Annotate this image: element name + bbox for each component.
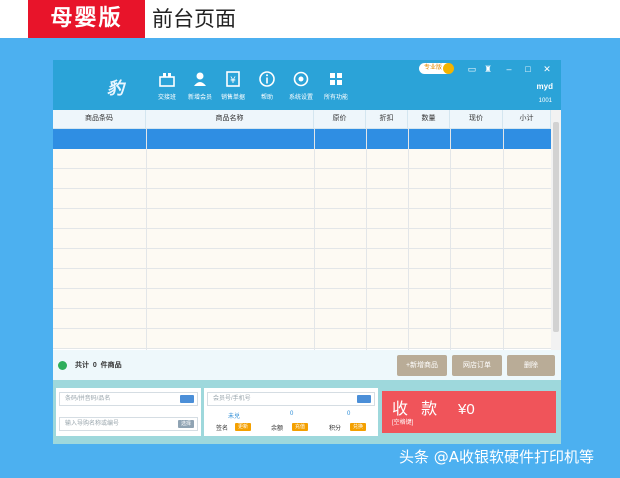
checkout-button[interactable]: 收 款 [空格键] ¥0 [382,391,556,433]
table-row[interactable] [53,249,551,269]
edition-badge: 母婴版 [28,0,145,38]
table-row[interactable] [53,229,551,249]
column-divider [503,128,504,350]
username: myd [536,82,553,91]
checkout-label: 收 款 [392,399,442,418]
watermark: 头条 @A收银软硬件打印机等 [399,448,595,466]
member-panel: 会员号/手机号 未兑 签名 更新 0 余额 充值 0 积分 兑换 [204,388,378,436]
table-row[interactable] [53,209,551,229]
table-row[interactable] [53,189,551,209]
barcode-placeholder: 条码/拼音码/品名 [65,396,111,402]
store-order-button[interactable]: 网店订单 [452,355,502,376]
edition-tag[interactable]: 专业版 [419,63,455,74]
page-title: 前台页面 [152,7,236,31]
points-label: 积分 [329,426,342,432]
redeem-chip[interactable]: 兑换 [350,423,366,431]
add-product-button[interactable]: +新增商品 [397,355,447,376]
barcode-input[interactable]: 条码/拼音码/品名 [59,392,198,406]
help-icon [259,71,275,87]
table-row[interactable] [53,329,551,349]
col-discount[interactable]: 折扣 [366,110,408,128]
toolbar-settings[interactable]: 系统设置 [281,70,321,101]
col-current-price[interactable]: 现价 [450,110,503,128]
col-original-price[interactable]: 原价 [314,110,366,128]
table-row[interactable] [53,289,551,309]
signin-label: 签名 [216,426,229,432]
table-row-selected[interactable] [53,129,551,149]
checkout-amount: ¥0 [458,401,475,418]
column-divider [146,128,147,350]
item-count: 共计 0 件商品 [75,362,122,369]
product-table: 商品条码 商品名称 原价 折扣 数量 现价 小计 [53,110,551,350]
crown-icon [443,63,455,74]
scrollbar-thumb[interactable] [553,122,559,332]
table-row[interactable] [53,269,551,289]
minimize-icon[interactable]: – [503,63,515,75]
handover-icon [159,73,175,87]
points-value: 0 [347,411,351,417]
keyboard-icon[interactable] [357,395,371,403]
column-divider [314,128,315,350]
svg-text:¥: ¥ [230,76,236,86]
table-row[interactable] [53,169,551,189]
col-name[interactable]: 商品名称 [146,110,314,128]
sales-receipt-icon: ¥ [226,71,240,87]
message-icon[interactable]: ▭ [466,63,478,75]
member-input[interactable]: 会员号/手机号 [207,392,375,406]
table-scrollbar[interactable] [551,110,561,350]
balance-label: 余额 [271,426,284,432]
toolbar-label: 所有功能 [323,95,348,101]
column-divider [450,128,451,350]
all-functions-icon [330,73,342,85]
top-banner: 母婴版 前台页面 [0,0,620,38]
toolbar-label: 系统设置 [288,95,313,101]
table-header: 商品条码 商品名称 原价 折扣 数量 现价 小计 [53,110,551,129]
recharge-chip[interactable]: 充值 [292,423,308,431]
keyboard-icon[interactable] [180,395,194,403]
guide-placeholder: 输入导购名称或编号 [65,421,120,427]
signin-chip[interactable]: 更新 [235,423,251,431]
search-panel: 条码/拼音码/品名 输入导购名称或编号 选择 [56,388,201,436]
add-member-icon [194,72,206,86]
member-placeholder: 会员号/手机号 [213,396,251,402]
checkout-area: 条码/拼音码/品名 输入导购名称或编号 选择 会员号/手机号 未兑 签名 更新 … [53,380,561,444]
summary-bar: 共计 0 件商品 +新增商品 网店订单 删除 [53,350,561,380]
balance-value: 0 [290,411,294,417]
col-barcode[interactable]: 商品条码 [53,110,146,128]
table-row[interactable] [53,309,551,329]
maximize-icon[interactable]: □ [522,63,534,75]
edition-label: 专业版 [424,65,443,71]
skin-icon[interactable]: ♜ [482,63,494,75]
settings-icon [293,71,309,87]
cart-icon [58,361,67,370]
table-row[interactable] [53,149,551,169]
pos-window: 豹 交接班 新增会员 ¥ 销售单据 帮助 系统设置 所有功能 专业版 ▭ ♜ –… [53,60,561,444]
column-divider [408,128,409,350]
guide-input[interactable]: 输入导购名称或编号 选择 [59,417,198,431]
guide-select-button[interactable]: 选择 [178,420,194,428]
toolbar-all-functions[interactable]: 所有功能 [316,70,356,101]
app-logo: 豹 [107,79,124,98]
user-id: 1001 [538,98,552,104]
redeem-value: 未兑 [228,414,241,420]
column-divider [366,128,367,350]
col-quantity[interactable]: 数量 [408,110,450,128]
checkout-hint: [空格键] [392,420,414,426]
app-header: 豹 交接班 新增会员 ¥ 销售单据 帮助 系统设置 所有功能 专业版 ▭ ♜ –… [53,60,561,110]
col-subtotal[interactable]: 小计 [503,110,551,128]
delete-button[interactable]: 删除 [507,355,555,376]
close-icon[interactable]: ✕ [541,63,553,75]
